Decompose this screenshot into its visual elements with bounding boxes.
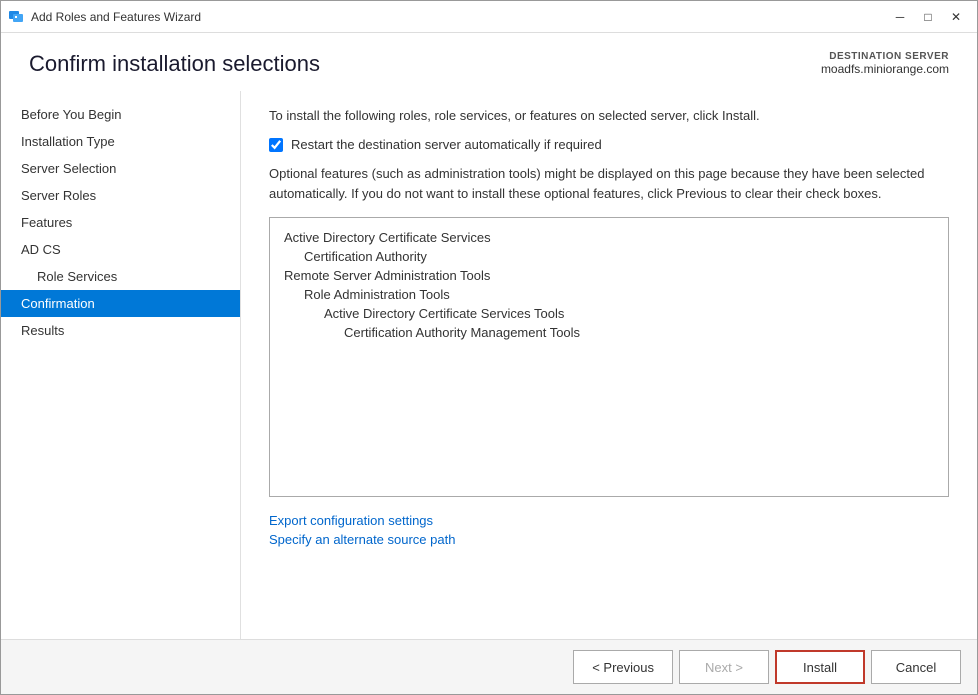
title-bar: Add Roles and Features Wizard ─ □ ✕ [1,1,977,33]
destination-value: moadfs.miniorange.com [821,62,949,76]
feature-item: Remote Server Administration Tools [284,266,934,285]
minimize-button[interactable]: ─ [887,7,913,27]
feature-item: Active Directory Certificate Services [284,228,934,247]
next-button[interactable]: Next > [679,650,769,684]
sidebar-item-server-selection[interactable]: Server Selection [1,155,240,182]
right-panel: To install the following roles, role ser… [241,91,977,639]
sidebar-item-results[interactable]: Results [1,317,240,344]
app-icon [9,9,25,25]
maximize-button[interactable]: □ [915,7,941,27]
restart-checkbox-row: Restart the destination server automatic… [269,137,949,152]
footer: < Previous Next > Install Cancel [1,639,977,694]
restart-label: Restart the destination server automatic… [291,137,602,152]
instruction-text: To install the following roles, role ser… [269,107,949,125]
destination-label: DESTINATION SERVER [821,51,949,62]
sidebar: Before You BeginInstallation TypeServer … [1,91,241,639]
content-area: Before You BeginInstallation TypeServer … [1,91,977,639]
feature-item: Certification Authority [284,247,934,266]
destination-server-info: DESTINATION SERVER moadfs.miniorange.com [821,51,949,76]
sidebar-item-before-you-begin[interactable]: Before You Begin [1,101,240,128]
link-export-config[interactable]: Export configuration settings [269,513,949,528]
feature-item: Active Directory Certificate Services To… [284,304,934,323]
sidebar-item-confirmation[interactable]: Confirmation [1,290,240,317]
features-box: Active Directory Certificate ServicesCer… [269,217,949,497]
window-controls: ─ □ ✕ [887,7,969,27]
window-body: Confirm installation selections DESTINAT… [1,33,977,694]
sidebar-item-ad-cs[interactable]: AD CS [1,236,240,263]
links-section: Export configuration settings Specify an … [269,513,949,547]
window-title: Add Roles and Features Wizard [31,10,887,24]
cancel-button[interactable]: Cancel [871,650,961,684]
feature-item: Role Administration Tools [284,285,934,304]
sidebar-item-server-roles[interactable]: Server Roles [1,182,240,209]
main-window: Add Roles and Features Wizard ─ □ ✕ Conf… [0,0,978,695]
feature-item: Certification Authority Management Tools [284,323,934,342]
link-alt-source[interactable]: Specify an alternate source path [269,532,949,547]
page-title: Confirm installation selections [29,51,320,77]
sidebar-item-role-services[interactable]: Role Services [1,263,240,290]
page-header: Confirm installation selections DESTINAT… [1,33,977,91]
sidebar-item-installation-type[interactable]: Installation Type [1,128,240,155]
panel-content: To install the following roles, role ser… [241,91,977,639]
optional-text: Optional features (such as administratio… [269,164,949,203]
previous-button[interactable]: < Previous [573,650,673,684]
sidebar-item-features[interactable]: Features [1,209,240,236]
install-button[interactable]: Install [775,650,865,684]
restart-checkbox[interactable] [269,138,283,152]
close-button[interactable]: ✕ [943,7,969,27]
